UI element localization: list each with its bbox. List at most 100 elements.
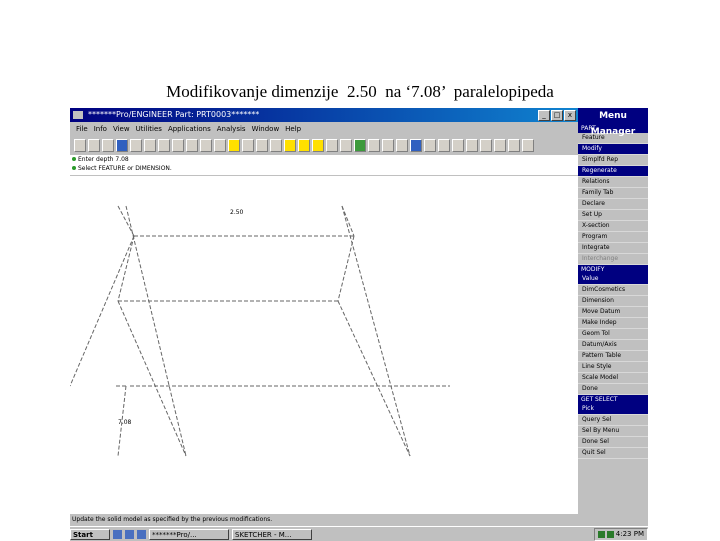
wireframe-model[interactable]: 2.50 7.08 — [69, 176, 578, 514]
toolbar-button-icon[interactable] — [424, 138, 436, 152]
menu-item-modify[interactable]: Modify — [578, 144, 648, 155]
menu-manager-title: Menu Manager — [578, 108, 648, 137]
menu-utilities[interactable]: Utilities — [136, 123, 162, 135]
menu-item-done-sel[interactable]: Done Sel — [578, 437, 648, 448]
menu-applications[interactable]: Applications — [168, 123, 211, 135]
pro-engineer-window: *******Pro/ENGINEER Part: PRT0003*******… — [69, 108, 648, 541]
close-button[interactable]: x — [564, 110, 576, 121]
info-icon — [72, 166, 76, 170]
menu-item-dimcosmetics[interactable]: DimCosmetics — [578, 285, 648, 296]
toolbar-button-icon[interactable] — [186, 138, 198, 152]
menu-manager: Menu Manager PART Feature Modify Simplfd Re… — [578, 108, 648, 459]
toolbar-button-icon[interactable] — [354, 138, 366, 152]
quicklaunch-icon[interactable] — [137, 529, 146, 539]
menu-item-line-style[interactable]: Line Style — [578, 362, 648, 373]
menu-item-pattern-table[interactable]: Pattern Table — [578, 351, 648, 362]
menu-file[interactable]: File — [76, 123, 88, 135]
toolbar-button-icon[interactable] — [200, 138, 212, 152]
tray-icon[interactable] — [606, 530, 614, 538]
menu-item-sel-by-menu[interactable]: Sel By Menu — [578, 426, 648, 437]
menu-item-simplfd-rep[interactable]: Simplfd Rep — [578, 155, 648, 166]
system-tray: 4:23 PM — [593, 527, 648, 541]
toolbar-button-icon[interactable] — [466, 138, 478, 152]
menu-help[interactable]: Help — [285, 123, 301, 135]
toolbar-button-icon[interactable] — [130, 138, 142, 152]
menu-item-pick[interactable]: Pick — [578, 404, 648, 415]
quicklaunch-icon[interactable] — [113, 529, 122, 539]
window-title: *******Pro/ENGINEER Part: PRT0003******* — [88, 110, 260, 119]
start-button[interactable]: Start — [70, 528, 110, 540]
toolbar-button-icon[interactable] — [116, 138, 128, 152]
menu-view[interactable]: View — [113, 123, 130, 135]
system-menu-icon[interactable] — [73, 111, 83, 119]
toolbar-button-icon[interactable] — [382, 138, 394, 152]
toolbar-button-icon[interactable] — [452, 138, 464, 152]
taskbar-item-sketcher[interactable]: SKETCHER - M... — [232, 528, 312, 540]
toolbar-button-icon[interactable] — [508, 138, 520, 152]
toolbar-button-icon[interactable] — [74, 138, 86, 152]
message-area: Enter depth 7.08 Select FEATURE or DIMEN… — [70, 155, 578, 175]
menu-item-family-tab[interactable]: Family Tab — [578, 188, 648, 199]
edge — [337, 235, 355, 302]
toolbar-button-icon[interactable] — [102, 138, 114, 152]
toolbar-button-icon[interactable] — [494, 138, 506, 152]
menu-item-interchange[interactable]: Interchange — [578, 254, 648, 265]
menu-item-make-indep[interactable]: Make Indep — [578, 318, 648, 329]
maximize-button[interactable]: □ — [551, 110, 563, 121]
menu-item-relations[interactable]: Relations — [578, 177, 648, 188]
taskbar-item-proe[interactable]: *******Pro/... — [149, 528, 229, 540]
toolbar-button-icon[interactable] — [172, 138, 184, 152]
toolbar-button-icon[interactable] — [228, 138, 240, 152]
toolbar-button-icon[interactable] — [256, 138, 268, 152]
quicklaunch-icon[interactable] — [125, 529, 134, 539]
dimension-label-left: 7.08 — [118, 419, 132, 426]
menu-item-declare[interactable]: Declare — [578, 199, 648, 210]
toolbar-button-icon[interactable] — [340, 138, 352, 152]
menu-item-x-section[interactable]: X-section — [578, 221, 648, 232]
toolbar-button-icon[interactable] — [522, 138, 534, 152]
menu-item-integrate[interactable]: Integrate — [578, 243, 648, 254]
toolbar-button-icon[interactable] — [284, 138, 296, 152]
toolbar-button-icon[interactable] — [368, 138, 380, 152]
toolbar-button-icon[interactable] — [410, 138, 422, 152]
menu-item-done[interactable]: Done — [578, 384, 648, 395]
menu-item-query-sel[interactable]: Query Sel — [578, 415, 648, 426]
menu-item-geom-tol[interactable]: Geom Tol — [578, 329, 648, 340]
menu-item-move-datum[interactable]: Move Datum — [578, 307, 648, 318]
menu-item-program[interactable]: Program — [578, 232, 648, 243]
menu-item-value[interactable]: Value — [578, 274, 648, 285]
menu-info[interactable]: Info — [94, 123, 107, 135]
menu-item-regenerate[interactable]: Regenerate — [578, 166, 648, 177]
edge — [117, 235, 135, 302]
toolbar-button-icon[interactable] — [312, 138, 324, 152]
toolbar-button-icon[interactable] — [270, 138, 282, 152]
menu-section-get-select[interactable]: GET SELECT — [578, 395, 648, 404]
tray-icon[interactable] — [597, 530, 605, 538]
menu-window[interactable]: Window — [252, 123, 280, 135]
menu-analysis[interactable]: Analysis — [217, 123, 246, 135]
edge — [69, 235, 135, 387]
minimize-button[interactable]: _ — [538, 110, 550, 121]
toolbar-button-icon[interactable] — [480, 138, 492, 152]
toolbar-button-icon[interactable] — [144, 138, 156, 152]
graphics-window[interactable]: 2.50 7.08 — [69, 176, 578, 514]
toolbar — [70, 136, 578, 154]
toolbar-button-icon[interactable] — [88, 138, 100, 152]
menubar: File Info View Utilities Applications Analysi… — [70, 123, 578, 135]
menu-item-datum-axis[interactable]: Datum/Axis — [578, 340, 648, 351]
toolbar-button-icon[interactable] — [298, 138, 310, 152]
toolbar-button-icon[interactable] — [438, 138, 450, 152]
menu-section-modify[interactable]: MODIFY — [578, 265, 648, 274]
message-line: Enter depth 7.08 — [72, 155, 578, 164]
info-icon — [72, 157, 76, 161]
toolbar-button-icon[interactable] — [242, 138, 254, 152]
window-titlebar[interactable]: *******Pro/ENGINEER Part: PRT0003*******… — [70, 108, 578, 122]
menu-item-scale-model[interactable]: Scale Model — [578, 373, 648, 384]
toolbar-button-icon[interactable] — [214, 138, 226, 152]
toolbar-button-icon[interactable] — [158, 138, 170, 152]
toolbar-button-icon[interactable] — [326, 138, 338, 152]
toolbar-button-icon[interactable] — [396, 138, 408, 152]
menu-item-quit-sel[interactable]: Quit Sel — [578, 448, 648, 459]
menu-item-dimension[interactable]: Dimension — [578, 296, 648, 307]
menu-item-set-up[interactable]: Set Up — [578, 210, 648, 221]
